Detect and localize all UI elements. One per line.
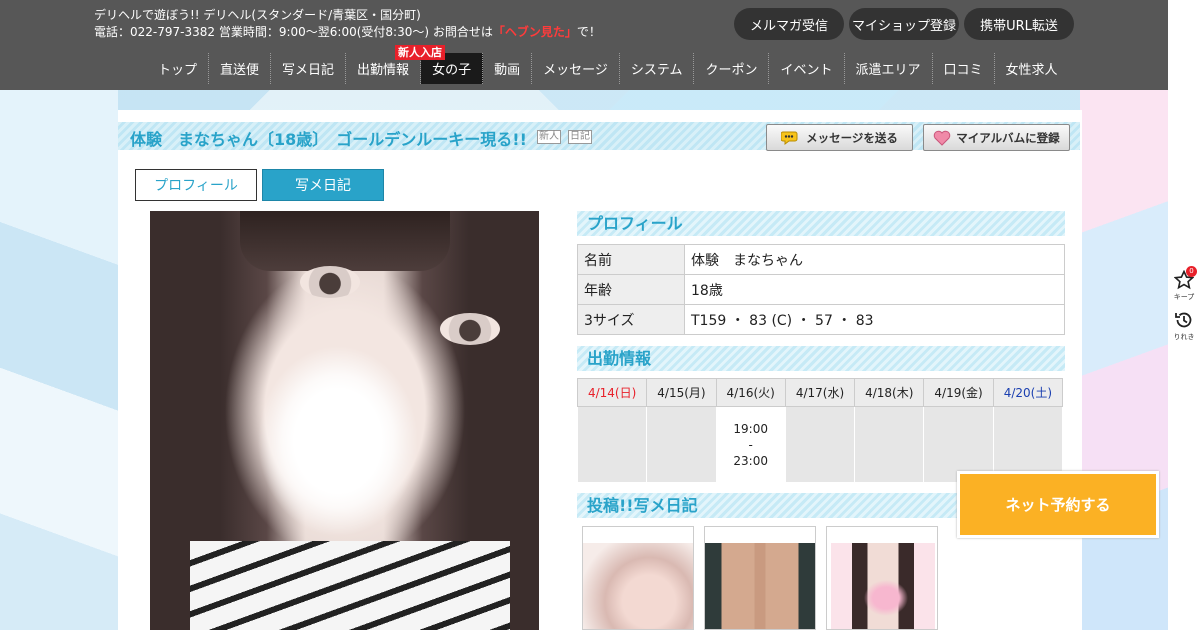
table-row: 3サイズ T159 ・ 83 (C) ・ 57 ・ 83 xyxy=(577,304,1065,335)
table-row: 4/14(日) 4/15(月) 4/16(火) 4/17(水) 4/18(木) … xyxy=(576,378,1064,407)
contact-text: 電話：022-797-3382 営業時間：9:00～翌6:00(受付8:30～)… xyxy=(94,25,493,39)
day-cell-shift: 19:00 - 23:00 xyxy=(715,406,786,483)
nav-photo-diary[interactable]: 写メ日記 xyxy=(271,53,347,84)
main-nav: トップ 直送便 写メ日記 出勤情報 女の子 動画 メッセージ システム クーポン… xyxy=(147,53,1069,84)
nav-reviews[interactable]: 口コミ xyxy=(933,53,995,84)
photo-eye-right xyxy=(440,313,500,345)
diary-thumbnail[interactable] xyxy=(826,526,938,630)
diary-thumbnail[interactable] xyxy=(582,526,694,630)
profile-label: 3サイズ xyxy=(577,304,685,335)
mobile-url-button[interactable]: 携帯URL転送 xyxy=(964,8,1074,40)
photo-shirt xyxy=(190,541,510,630)
schedule-table: 4/14(日) 4/15(月) 4/16(火) 4/17(水) 4/18(木) … xyxy=(576,378,1064,483)
add-album-button[interactable]: マイアルバムに登録 xyxy=(923,124,1070,151)
nav-video[interactable]: 動画 xyxy=(483,53,533,84)
nav-area[interactable]: 派遣エリア xyxy=(845,53,933,84)
table-row: 年齢 18歳 xyxy=(577,274,1065,305)
day-header: 4/15(月) xyxy=(646,378,717,407)
history-button[interactable]: りれき xyxy=(1168,310,1200,342)
tab-profile[interactable]: プロフィール xyxy=(135,169,257,201)
profile-value: T159 ・ 83 (C) ・ 57 ・ 83 xyxy=(684,304,1065,335)
nav-recruit[interactable]: 女性求人 xyxy=(995,53,1069,84)
myshop-button[interactable]: マイショップ登録 xyxy=(849,8,959,40)
diary-heading: 投稿!!写メ日記 xyxy=(577,493,957,518)
send-message-label: メッセージを送る xyxy=(806,130,898,145)
header-tagline: デリヘルで遊ぼう!! デリヘル(スタンダード/青葉区・国分町) xyxy=(94,8,421,22)
contact-highlight: 「ヘブン見た」 xyxy=(492,25,577,39)
day-cell xyxy=(854,406,925,483)
profile-value: 体験 まなちゃん xyxy=(684,244,1065,275)
right-sidebar: キープ 0 りれき xyxy=(1168,0,1200,630)
new-tag: 新人 xyxy=(537,130,561,144)
nav-system[interactable]: システム xyxy=(620,53,695,84)
history-clock-icon xyxy=(1175,312,1192,328)
site-header: デリヘルで遊ぼう!! デリヘル(スタンダード/青葉区・国分町) 電話：022-7… xyxy=(0,0,1168,90)
nav-message[interactable]: メッセージ xyxy=(532,53,620,84)
profile-photo[interactable] xyxy=(150,211,539,630)
add-album-label: マイアルバムに登録 xyxy=(956,130,1060,145)
nav-top[interactable]: トップ xyxy=(147,53,210,84)
diary-thumbnail-image xyxy=(831,543,935,629)
shift-start: 19:00 xyxy=(733,421,768,436)
keep-count-badge: 0 xyxy=(1186,266,1197,277)
heart-icon xyxy=(934,130,951,146)
photo-hair xyxy=(240,211,450,271)
chat-bubble-icon xyxy=(781,131,798,145)
photo-eye-left xyxy=(300,266,360,298)
profile-table: 名前 体験 まなちゃん 年齢 18歳 3サイズ T159 ・ 83 (C) ・ … xyxy=(577,244,1065,335)
day-header: 4/18(木) xyxy=(854,378,925,407)
day-header: 4/16(火) xyxy=(715,378,786,407)
net-reserve-button[interactable]: ネット予約する xyxy=(957,471,1159,538)
header-contact: 電話：022-797-3382 営業時間：9:00～翌6:00(受付8:30～)… xyxy=(94,23,601,40)
new-arrival-badge: 新人入店 xyxy=(395,45,445,60)
day-header: 4/14(日) xyxy=(576,378,648,407)
shift-separator: - xyxy=(748,437,753,452)
send-message-button[interactable]: メッセージを送る xyxy=(766,124,913,151)
profile-label: 名前 xyxy=(577,244,685,275)
nav-coupon[interactable]: クーポン xyxy=(694,53,770,84)
profile-label: 年齢 xyxy=(577,274,685,305)
shift-end: 23:00 xyxy=(733,453,768,468)
tab-photo-diary[interactable]: 写メ日記 xyxy=(262,169,384,201)
profile-heading: プロフィール xyxy=(577,211,1065,236)
diary-tag: 日記 xyxy=(568,130,592,144)
background-left xyxy=(0,90,118,630)
mailmag-button[interactable]: メルマガ受信 xyxy=(734,8,844,40)
contact-suffix: で！ xyxy=(576,25,601,39)
schedule-heading: 出勤情報 xyxy=(577,346,1065,371)
nav-direct[interactable]: 直送便 xyxy=(209,53,272,84)
day-header: 4/17(水) xyxy=(784,378,856,407)
day-header: 4/19(金) xyxy=(923,378,994,407)
diary-thumbnail[interactable] xyxy=(704,526,816,630)
profile-value: 18歳 xyxy=(684,274,1065,305)
history-label: りれき xyxy=(1173,333,1195,341)
page-title: 体験 まなちゃん〔18歳〕 ゴールデンルーキー現る!! xyxy=(130,130,527,149)
background-right xyxy=(1080,90,1170,630)
keep-label: キープ xyxy=(1173,293,1195,301)
day-cell xyxy=(784,406,856,483)
table-row: 名前 体験 まなちゃん xyxy=(577,244,1065,275)
day-header: 4/20(土) xyxy=(992,378,1064,407)
day-cell xyxy=(576,406,648,483)
day-cell xyxy=(646,406,717,483)
diary-thumbnail-image xyxy=(705,543,815,629)
diary-thumbnail-image xyxy=(583,543,693,629)
nav-event[interactable]: イベント xyxy=(769,53,845,84)
